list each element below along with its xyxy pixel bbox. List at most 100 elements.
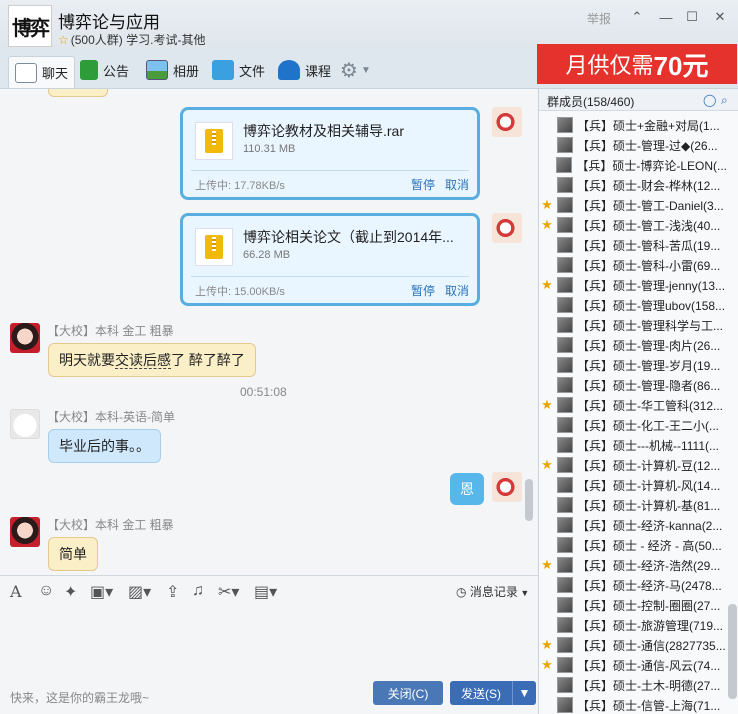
sender-name[interactable]: 【大校】本科-英语-简单 — [47, 408, 175, 425]
avatar — [557, 597, 573, 613]
avatar — [557, 637, 573, 653]
avatar[interactable] — [492, 213, 522, 243]
scissors-icon[interactable]: ✂▾ — [218, 582, 239, 602]
star-icon: ★ — [541, 657, 553, 672]
member-row[interactable]: 【兵】硕士-博弈论-LEON(... — [539, 155, 727, 175]
star-icon: ★ — [541, 277, 553, 292]
avatar[interactable] — [10, 323, 40, 353]
upload-icon[interactable]: ⇪ — [166, 582, 179, 602]
member-row[interactable]: 【兵】硕士-旅游管理(719... — [539, 615, 727, 635]
sender-name[interactable]: 【大校】本科 金工 粗暴 — [47, 322, 174, 339]
avatar[interactable] — [492, 472, 522, 502]
member-row[interactable]: ★ 【兵】硕士-华工管科(312... — [539, 395, 727, 415]
member-name: 【兵】硕士-管科-苦瓜(19... — [577, 238, 721, 253]
member-row[interactable]: 【兵】硕士-控制-圈圈(27... — [539, 595, 727, 615]
member-row[interactable]: 【兵】硕士-管理-过◆(26... — [539, 135, 727, 155]
cancel-button[interactable]: 取消 — [445, 176, 469, 193]
close-button[interactable]: 关闭(C) — [373, 681, 443, 705]
member-scrollbar[interactable] — [728, 604, 737, 699]
minimize-icon[interactable]: — — [657, 8, 675, 26]
image-icon[interactable]: ▨▾ — [128, 582, 151, 602]
group-info: (500人群) 学习.考试-其他 — [70, 33, 206, 47]
search-icon[interactable]: ⌕ — [721, 93, 728, 108]
settings-button[interactable]: ⚙ ▼ — [340, 54, 371, 86]
tab-album[interactable]: 相册 — [146, 54, 199, 86]
member-row[interactable]: 【兵】硕士-经济-kanna(2... — [539, 515, 727, 535]
member-row[interactable]: 【兵】硕士-信管-上海(71... — [539, 695, 727, 714]
gift-icon[interactable]: ▣▾ — [90, 582, 113, 602]
send-button[interactable]: 发送(S) — [450, 681, 512, 705]
member-row[interactable]: 【兵】硕士-化工-王二小(... — [539, 415, 727, 435]
maximize-icon[interactable]: ☐ — [683, 8, 701, 26]
avatar — [557, 397, 573, 413]
member-row[interactable]: 【兵】硕士-计算机-风(14... — [539, 475, 727, 495]
flag-icon — [80, 60, 98, 80]
input-toolbar: A ☺ ✦ ▣▾ ▨▾ ⇪ ♫ ✂▾ ▤▾ ◷ 消息记录 ▼ — [0, 575, 538, 605]
ad-banner[interactable]: 月供仅需 70元 — [537, 44, 737, 84]
member-row[interactable]: ★ 【兵】硕士-经济-浩然(29... — [539, 555, 727, 575]
member-row[interactable]: ★ 【兵】硕士-通信(2827735... — [539, 635, 727, 655]
member-row[interactable]: ★ 【兵】硕士-计算机-豆(12... — [539, 455, 727, 475]
star-icon: ★ — [541, 557, 553, 572]
avatar — [557, 477, 573, 493]
chat-area: 博弈论教材及相关辅导.rar 110.31 MB 上传中: 17.78KB/s … — [0, 88, 538, 575]
member-row[interactable]: 【兵】硕士-管理-肉片(26... — [539, 335, 727, 355]
avatar — [557, 177, 573, 193]
message-history-button[interactable]: ◷ 消息记录 ▼ — [456, 583, 529, 600]
file-card[interactable]: 博弈论相关论文（截止到2014年... 66.28 MB 上传中: 15.00K… — [180, 213, 480, 306]
chat-bubble-icon[interactable]: ◯ — [703, 93, 716, 107]
send-options-button[interactable]: ▼ — [512, 681, 536, 705]
file-name: 博弈论相关论文（截止到2014年... — [243, 229, 454, 245]
chevron-down-icon: ▼ — [518, 686, 531, 700]
member-row[interactable]: 【兵】硕士-管理-隐者(86... — [539, 375, 727, 395]
member-row[interactable]: 【兵】硕士-管理ubov(158... — [539, 295, 727, 315]
report-button[interactable]: 举报 — [587, 10, 611, 27]
avatar[interactable] — [10, 409, 40, 439]
member-row[interactable]: 【兵】硕士-管科-小雷(69... — [539, 255, 727, 275]
tab-course-label: 课程 — [305, 63, 332, 79]
avatar — [557, 557, 573, 573]
member-name: 【兵】硕士-通信-风云(74... — [577, 658, 721, 673]
member-row[interactable]: 【兵】硕士-管科-苦瓜(19... — [539, 235, 727, 255]
member-row[interactable]: 【兵】硕士-计算机-基(81... — [539, 495, 727, 515]
member-row[interactable]: ★ 【兵】硕士-管工-浅浅(40... — [539, 215, 727, 235]
font-icon[interactable]: A — [10, 582, 22, 601]
member-row[interactable]: ★ 【兵】硕士-通信-风云(74... — [539, 655, 727, 675]
tab-files[interactable]: 文件 — [212, 54, 265, 86]
sender-name[interactable]: 【大校】本科 金工 粗暴 — [47, 516, 174, 533]
tab-chat[interactable]: 聊天 — [8, 56, 76, 88]
pause-button[interactable]: 暂停 — [411, 282, 435, 299]
member-row[interactable]: 【兵】硕士 - 经济 - 高(50... — [539, 535, 727, 555]
member-row[interactable]: ★ 【兵】硕士-管理-jenny(13... — [539, 275, 727, 295]
group-logo[interactable]: 博弈 — [8, 5, 52, 47]
member-row[interactable]: 【兵】硕士-财会-桦林(12... — [539, 175, 727, 195]
member-row[interactable]: 【兵】硕士---机械--1111(... — [539, 435, 727, 455]
member-row[interactable]: 【兵】硕士-经济-马(2478... — [539, 575, 727, 595]
member-name: 【兵】硕士-经济-kanna(2... — [577, 518, 723, 533]
avatar[interactable] — [10, 517, 40, 547]
file-card[interactable]: 博弈论教材及相关辅导.rar 110.31 MB 上传中: 17.78KB/s … — [180, 107, 480, 200]
member-row[interactable]: 【兵】硕士-管理科学与工... — [539, 315, 727, 335]
skin-icon[interactable]: ⌃ — [628, 8, 646, 26]
avatar — [557, 357, 573, 373]
file-size: 66.28 MB — [243, 249, 291, 261]
magic-icon[interactable]: ✦ — [64, 582, 77, 602]
cancel-button[interactable]: 取消 — [445, 282, 469, 299]
member-row[interactable]: 【兵】硕士+金融+对局(1... — [539, 115, 727, 135]
more-icon[interactable]: ▤▾ — [254, 582, 277, 602]
member-row[interactable]: 【兵】硕士-管理-岁月(19... — [539, 355, 727, 375]
tab-course[interactable]: 课程 — [278, 54, 331, 86]
chat-scrollbar[interactable] — [525, 479, 533, 521]
member-name: 【兵】硕士-旅游管理(719... — [577, 618, 724, 633]
avatar[interactable] — [492, 107, 522, 137]
pause-button[interactable]: 暂停 — [411, 176, 435, 193]
avatar — [557, 657, 573, 673]
tab-notice[interactable]: 公告 — [80, 54, 129, 86]
member-row[interactable]: ★ 【兵】硕士-管工-Daniel(3... — [539, 195, 727, 215]
message-input[interactable]: 快来，这是你的霸王龙哦~ 关闭(C) 发送(S) ▼ — [0, 605, 538, 714]
emoji-icon[interactable]: ☺ — [38, 582, 54, 600]
music-icon[interactable]: ♫ — [192, 582, 204, 600]
avatar — [557, 217, 573, 233]
member-row[interactable]: 【兵】硕士-土木-明德(27... — [539, 675, 727, 695]
close-icon[interactable]: ✕ — [711, 8, 729, 26]
